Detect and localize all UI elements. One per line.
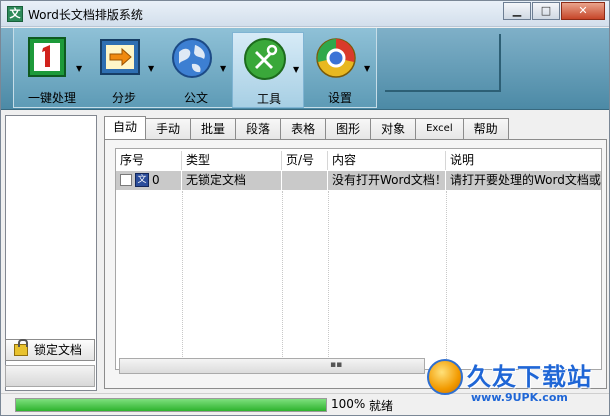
toolbar-official-doc-button[interactable]: ▼ 公文: [160, 32, 232, 108]
tab-graphics[interactable]: 图形: [325, 118, 372, 139]
column-grid-lines: [116, 191, 601, 369]
status-text: 就绪: [369, 399, 394, 413]
tab-strip: 自动 手动 批量 段落 表格 图形 对象 Excel 帮助: [104, 116, 509, 139]
tab-auto[interactable]: 自动: [104, 116, 147, 139]
dropdown-arrow-icon[interactable]: ▼: [364, 64, 370, 73]
lock-document-button[interactable]: 锁定文档: [5, 339, 95, 361]
maximize-icon[interactable]: □: [532, 2, 560, 20]
result-grid[interactable]: 序号 类型 页/号 内容 说明 文 0 无锁定文档 没有打开Word文档！ 请打…: [115, 148, 602, 370]
title-bar: 文 Word长文档排版系统 ▁ □ ✕: [1, 1, 609, 27]
toolbar-label: 分步: [111, 91, 136, 105]
horizontal-scrollbar[interactable]: ▪▪: [119, 358, 425, 374]
app-icon: 文: [7, 6, 23, 22]
obscured-button[interactable]: [5, 365, 95, 387]
tab-table[interactable]: 表格: [280, 118, 327, 139]
column-header-note[interactable]: 说明: [446, 151, 601, 170]
word-doc-icon: 文: [135, 173, 149, 187]
tab-object[interactable]: 对象: [370, 118, 417, 139]
row-page: [282, 171, 328, 190]
globe-icon: [172, 38, 212, 78]
dropdown-arrow-icon[interactable]: ▼: [220, 64, 226, 73]
window-controls: ▁ □ ✕: [502, 2, 605, 20]
toolbar-one-click-button[interactable]: ▼ 一键处理: [16, 32, 88, 108]
progress-percent: 100%: [331, 397, 366, 411]
minimize-icon[interactable]: ▁: [503, 2, 531, 20]
progress-bar: [15, 398, 327, 412]
tab-panel-auto: 序号 类型 页/号 内容 说明 文 0 无锁定文档 没有打开Word文档！ 请打…: [104, 139, 607, 389]
row-note: 请打开要处理的Word文档或: [446, 171, 601, 190]
watermark-logo-icon: [427, 359, 463, 395]
grid-header: 序号 类型 页/号 内容 说明: [116, 151, 601, 170]
column-header-type[interactable]: 类型: [182, 151, 282, 170]
toolbar-label: 设置: [327, 91, 352, 105]
step-icon: [100, 39, 140, 75]
watermark: 久友下载站 www.9UPK.com: [427, 357, 607, 411]
lock-document-label: 锁定文档: [34, 343, 83, 357]
column-line: [282, 191, 283, 369]
tab-paragraph[interactable]: 段落: [235, 118, 282, 139]
tab-batch[interactable]: 批量: [190, 118, 237, 139]
column-line: [328, 191, 329, 369]
tab-excel[interactable]: Excel: [415, 118, 464, 139]
toolbar-label: 公文: [183, 91, 208, 105]
tab-manual[interactable]: 手动: [145, 118, 192, 139]
tab-help[interactable]: 帮助: [462, 118, 509, 139]
tools-icon: [244, 38, 286, 80]
one-click-icon: [28, 37, 66, 77]
toolbar-group: ▼ 一键处理 ▼ 分步 ▼ 公文 ▼ 工具 ▼ 设置: [13, 28, 377, 108]
column-header-content[interactable]: 内容: [328, 151, 446, 170]
table-row[interactable]: 文 0 无锁定文档 没有打开Word文档！ 请打开要处理的Word文档或: [116, 171, 601, 190]
lock-icon: [14, 339, 28, 356]
dropdown-arrow-icon[interactable]: ▼: [293, 65, 299, 74]
column-header-seq[interactable]: 序号: [116, 151, 182, 170]
toolbar-step-button[interactable]: ▼ 分步: [88, 32, 160, 108]
dropdown-arrow-icon[interactable]: ▼: [148, 64, 154, 73]
row-type: 无锁定文档: [182, 171, 282, 190]
ribbon-toolbar: ▼ 一键处理 ▼ 分步 ▼ 公文 ▼ 工具 ▼ 设置: [1, 28, 609, 110]
column-header-page[interactable]: 页/号: [282, 151, 328, 170]
row-checkbox[interactable]: [120, 174, 132, 186]
watermark-url: www.9UPK.com: [471, 391, 568, 404]
app-window: 文 Word长文档排版系统 ▁ □ ✕ ▼ 一键处理 ▼ 分步 ▼ 公文 ▼ 工…: [0, 0, 610, 416]
watermark-title: 久友下载站: [467, 362, 592, 391]
row-seq: 0: [152, 173, 160, 187]
row-seq-cell: 文 0: [116, 171, 182, 190]
column-line: [446, 191, 447, 369]
window-title: Word长文档排版系统: [28, 8, 143, 22]
toolbar-empty-slot: [385, 34, 501, 92]
column-line: [182, 191, 183, 369]
dropdown-arrow-icon[interactable]: ▼: [76, 64, 82, 73]
toolbar-label: 工具: [256, 92, 281, 106]
toolbar-tools-button[interactable]: ▼ 工具: [232, 32, 304, 108]
row-content: 没有打开Word文档！: [328, 171, 446, 190]
scroll-grip-icon[interactable]: ▪▪: [330, 360, 342, 370]
progress-fill: [16, 399, 326, 411]
close-icon[interactable]: ✕: [561, 2, 605, 20]
toolbar-settings-button[interactable]: ▼ 设置: [304, 32, 376, 108]
toolbar-label: 一键处理: [27, 91, 76, 105]
settings-icon: [316, 38, 356, 78]
